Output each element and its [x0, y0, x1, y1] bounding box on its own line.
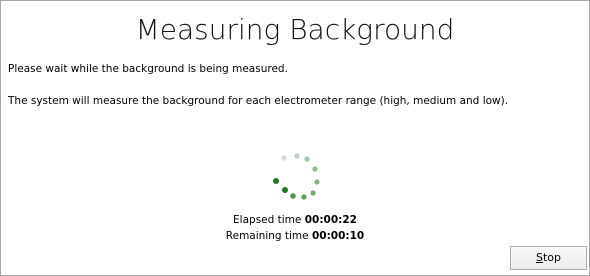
elapsed-time-label: Elapsed time: [233, 214, 302, 226]
elapsed-time: Elapsed time 00:00:22: [1, 213, 589, 227]
spinner-dot: [310, 190, 316, 196]
stop-button-access-key: S: [535, 251, 543, 264]
remaining-time-label: Remaining time: [225, 230, 309, 242]
spinner-dot: [281, 155, 287, 161]
remaining-time: Remaining time 00:00:10: [1, 229, 589, 243]
wait-message: Please wait while the background is bein…: [8, 63, 288, 75]
spinner-dot: [294, 153, 300, 159]
remaining-time-value: 00:00:10: [311, 230, 365, 242]
range-message: The system will measure the background f…: [8, 95, 509, 107]
spinner-dot: [273, 178, 279, 184]
dialog-title: Measuring Background: [135, 13, 455, 46]
spinner-dot: [304, 156, 310, 162]
stop-button-label-rest: top: [542, 251, 561, 264]
spinner-dot: [301, 194, 307, 200]
measuring-background-dialog: Measuring Background Please wait while t…: [0, 0, 590, 276]
spinner-dot: [290, 193, 296, 199]
elapsed-time-value: 00:00:22: [304, 214, 357, 226]
spinner-dot: [314, 179, 320, 185]
stop-button[interactable]: Stop: [510, 246, 587, 270]
spinner-dot: [312, 166, 318, 172]
spinner-dot: [282, 187, 288, 193]
